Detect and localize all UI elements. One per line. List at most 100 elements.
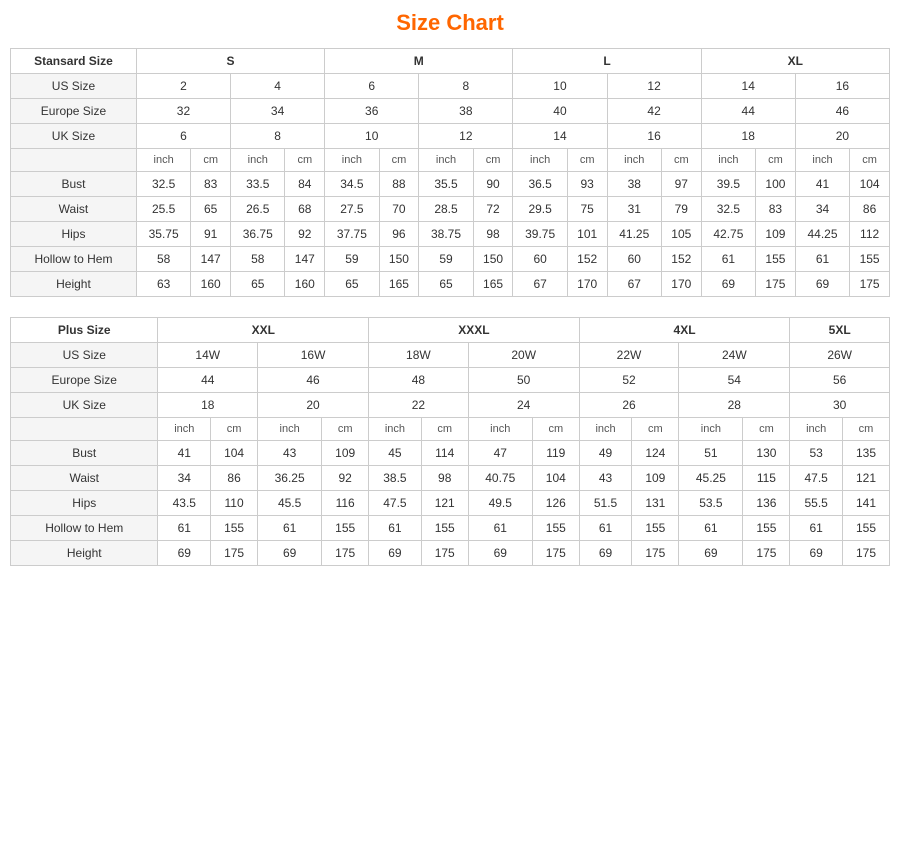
- group-s: S: [136, 49, 324, 74]
- hips-11: 105: [661, 222, 701, 247]
- hips-14: 44.25: [795, 222, 849, 247]
- plus-eu-46: 46: [258, 368, 369, 393]
- unit-inch-3: inch: [325, 149, 379, 172]
- plus-hips-6: 49.5: [468, 491, 532, 516]
- eu-38: 38: [419, 99, 513, 124]
- uk-18: 18: [701, 124, 795, 149]
- plus-unit-cm-6: cm: [743, 418, 790, 441]
- us-size-12: 12: [607, 74, 701, 99]
- plus-uk-label: UK Size: [11, 393, 158, 418]
- waist-4: 27.5: [325, 197, 379, 222]
- plus-hollow-label: Hollow to Hem: [11, 516, 158, 541]
- plus-waist-8: 43: [579, 466, 632, 491]
- bust-10: 38: [607, 172, 661, 197]
- plus-eu-44: 44: [158, 368, 258, 393]
- group-xxxl: XXXL: [369, 318, 580, 343]
- waist-6: 28.5: [419, 197, 473, 222]
- plus-unit-cm-3: cm: [421, 418, 468, 441]
- bust-7: 90: [473, 172, 513, 197]
- height-0: 63: [136, 272, 190, 297]
- plus-bust-1: 104: [211, 441, 258, 466]
- waist-3: 68: [285, 197, 325, 222]
- hollow-3: 147: [285, 247, 325, 272]
- plus-eu-56: 56: [790, 368, 890, 393]
- hollow-9: 152: [567, 247, 607, 272]
- height-11: 170: [661, 272, 701, 297]
- hollow-4: 59: [325, 247, 379, 272]
- plus-unit-inch-4: inch: [468, 418, 532, 441]
- height-2: 65: [231, 272, 285, 297]
- bust-5: 88: [379, 172, 419, 197]
- hollow-1: 147: [191, 247, 231, 272]
- plus-hips-label: Hips: [11, 491, 158, 516]
- waist-1: 65: [191, 197, 231, 222]
- uk-size-label: UK Size: [11, 124, 137, 149]
- eu-42: 42: [607, 99, 701, 124]
- bust-3: 84: [285, 172, 325, 197]
- bust-0: 32.5: [136, 172, 190, 197]
- bust-label: Bust: [11, 172, 137, 197]
- plus-bust-10: 51: [679, 441, 743, 466]
- hips-5: 96: [379, 222, 419, 247]
- plus-hollow-1: 155: [211, 516, 258, 541]
- plus-unit-inch-3: inch: [369, 418, 422, 441]
- plus-waist-2: 36.25: [258, 466, 322, 491]
- plus-height-11: 175: [743, 541, 790, 566]
- uk-12: 12: [419, 124, 513, 149]
- hips-9: 101: [567, 222, 607, 247]
- eu-34: 34: [231, 99, 325, 124]
- plus-us-18w: 18W: [369, 343, 469, 368]
- plus-waist-5: 98: [421, 466, 468, 491]
- plus-waist-4: 38.5: [369, 466, 422, 491]
- plus-uk-20: 20: [258, 393, 369, 418]
- plus-waist-6: 40.75: [468, 466, 532, 491]
- hips-2: 36.75: [231, 222, 285, 247]
- waist-7: 72: [473, 197, 513, 222]
- waist-label: Waist: [11, 197, 137, 222]
- plus-bust-3: 109: [322, 441, 369, 466]
- plus-hips-4: 47.5: [369, 491, 422, 516]
- plus-eu-48: 48: [369, 368, 469, 393]
- unit-inch-8: inch: [795, 149, 849, 172]
- plus-hollow-7: 155: [532, 516, 579, 541]
- plus-hips-5: 121: [421, 491, 468, 516]
- plus-size-section: Plus Size XXL XXXL 4XL 5XL US Size 14W 1…: [10, 317, 890, 566]
- plus-bust-6: 47: [468, 441, 532, 466]
- hips-8: 39.75: [513, 222, 567, 247]
- plus-size-label: Plus Size: [11, 318, 158, 343]
- uk-8: 8: [231, 124, 325, 149]
- height-10: 67: [607, 272, 661, 297]
- plus-bust-4: 45: [369, 441, 422, 466]
- plus-height-10: 69: [679, 541, 743, 566]
- plus-waist-13: 121: [843, 466, 890, 491]
- hips-15: 112: [850, 222, 890, 247]
- plus-height-9: 175: [632, 541, 679, 566]
- plus-eu-50: 50: [468, 368, 579, 393]
- plus-us-22w: 22W: [579, 343, 679, 368]
- bust-1: 83: [191, 172, 231, 197]
- unit-inch-4: inch: [419, 149, 473, 172]
- unit-cm-8: cm: [850, 149, 890, 172]
- waist-11: 79: [661, 197, 701, 222]
- waist-10: 31: [607, 197, 661, 222]
- height-15: 175: [850, 272, 890, 297]
- plus-bust-8: 49: [579, 441, 632, 466]
- waist-9: 75: [567, 197, 607, 222]
- hips-12: 42.75: [701, 222, 755, 247]
- group-m: M: [325, 49, 513, 74]
- group-l: L: [513, 49, 701, 74]
- standard-size-label: Stansard Size: [11, 49, 137, 74]
- bust-9: 93: [567, 172, 607, 197]
- plus-eu-52: 52: [579, 368, 679, 393]
- plus-hips-11: 136: [743, 491, 790, 516]
- plus-hollow-12: 61: [790, 516, 843, 541]
- plus-hollow-13: 155: [843, 516, 890, 541]
- hollow-2: 58: [231, 247, 285, 272]
- hips-3: 92: [285, 222, 325, 247]
- plus-unit-cm-4: cm: [532, 418, 579, 441]
- plus-unit-inch-2: inch: [258, 418, 322, 441]
- hollow-11: 152: [661, 247, 701, 272]
- bust-12: 39.5: [701, 172, 755, 197]
- hollow-6: 59: [419, 247, 473, 272]
- bust-8: 36.5: [513, 172, 567, 197]
